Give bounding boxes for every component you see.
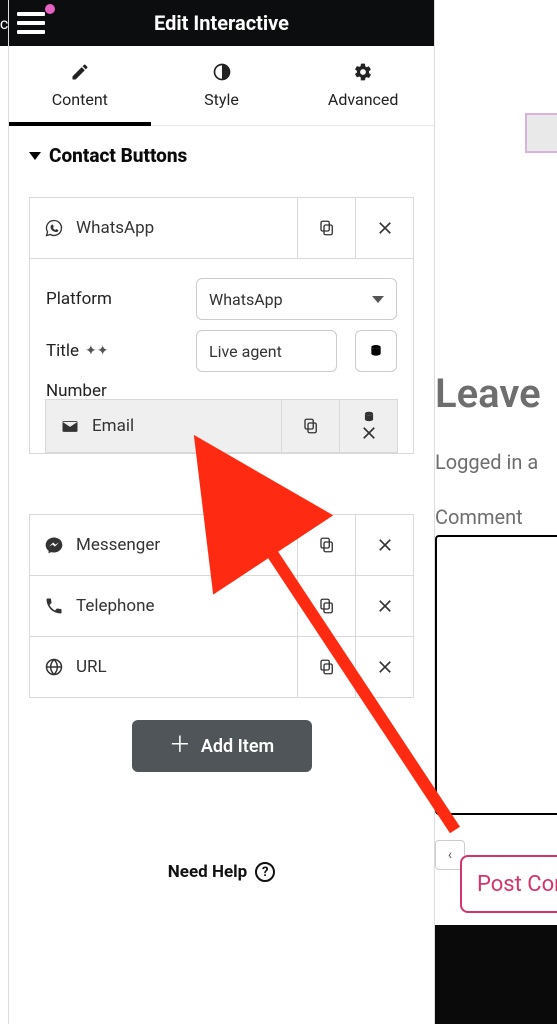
- editor-title: Edit Interactive: [51, 11, 392, 35]
- item-label: Telephone: [76, 596, 155, 616]
- need-help-label: Need Help: [168, 862, 247, 882]
- messenger-icon: [44, 535, 64, 555]
- duplicate-button[interactable]: [297, 576, 355, 636]
- item-label: Messenger: [76, 535, 160, 555]
- need-help-link[interactable]: Need Help ?: [29, 862, 414, 882]
- item-label: Email: [92, 416, 134, 436]
- remove-button[interactable]: [339, 400, 397, 452]
- database-icon: [362, 410, 376, 424]
- left-sliver: c: [0, 0, 8, 46]
- copy-icon: [318, 536, 336, 554]
- leave-reply-heading: Leave: [435, 370, 541, 417]
- title-input-value: Live agent: [209, 342, 282, 361]
- post-comment-button[interactable]: Post Com: [460, 855, 557, 913]
- platform-field-label: Platform: [46, 289, 186, 309]
- close-icon: [376, 597, 394, 615]
- close-icon: [376, 219, 394, 237]
- item-label: WhatsApp: [76, 218, 154, 238]
- editor-panel: Edit Interactive Content Style Advanced …: [8, 0, 435, 1024]
- item-whatsapp-expanded: Platform WhatsApp Title ✦✦ Live agent N: [29, 259, 414, 454]
- tab-advanced[interactable]: Advanced: [292, 46, 434, 125]
- editor-header: Edit Interactive: [9, 0, 434, 46]
- platform-select[interactable]: WhatsApp: [196, 278, 397, 320]
- contrast-icon: [212, 62, 232, 82]
- database-icon: [368, 343, 384, 359]
- remove-button[interactable]: [355, 576, 413, 636]
- ai-sparkle-icon: ✦✦: [85, 343, 108, 359]
- section-contact-buttons-toggle[interactable]: Contact Buttons: [29, 144, 414, 167]
- pencil-icon: [70, 62, 90, 82]
- item-row-url[interactable]: URL: [29, 636, 414, 698]
- plus-icon: ＋: [169, 735, 191, 757]
- tab-label: Advanced: [328, 90, 399, 109]
- duplicate-button[interactable]: [297, 637, 355, 697]
- add-item-label: Add Item: [201, 736, 274, 757]
- tab-label: Content: [52, 90, 108, 109]
- copy-icon: [318, 597, 336, 615]
- tab-style[interactable]: Style: [151, 46, 293, 125]
- globe-icon: [44, 657, 64, 677]
- tab-label: Style: [204, 90, 239, 109]
- whatsapp-icon: [44, 218, 64, 238]
- duplicate-button[interactable]: [297, 515, 355, 575]
- dynamic-tags-button[interactable]: [355, 330, 397, 372]
- remove-button[interactable]: [355, 515, 413, 575]
- close-icon: [376, 536, 394, 554]
- menu-button[interactable]: [17, 8, 51, 38]
- telephone-icon: [44, 596, 64, 616]
- footer-region: [435, 925, 557, 1024]
- notification-dot-icon: [45, 4, 55, 14]
- remove-button[interactable]: [355, 198, 413, 258]
- gear-icon: [353, 62, 373, 82]
- logged-in-text: Logged in a: [435, 450, 538, 474]
- item-row-messenger[interactable]: Messenger: [29, 514, 414, 576]
- item-row-whatsapp[interactable]: WhatsApp: [29, 197, 414, 259]
- close-icon: [360, 424, 378, 442]
- platform-select-value: WhatsApp: [209, 290, 283, 309]
- chevron-down-icon: [372, 296, 384, 303]
- comment-field-label: Comment: [435, 505, 523, 529]
- copy-icon: [318, 219, 336, 237]
- section-title: Contact Buttons: [49, 144, 187, 167]
- tab-content[interactable]: Content: [9, 46, 151, 125]
- item-row-telephone[interactable]: Telephone: [29, 575, 414, 637]
- title-field-label: Title ✦✦: [46, 341, 186, 361]
- comment-textarea[interactable]: [435, 535, 557, 815]
- item-label: URL: [76, 657, 107, 677]
- panel-tabs: Content Style Advanced: [9, 46, 434, 126]
- item-row-email[interactable]: Email: [45, 399, 398, 453]
- bg-placeholder-box: [525, 113, 557, 153]
- email-icon: [60, 416, 80, 436]
- duplicate-button[interactable]: [297, 198, 355, 258]
- copy-icon: [302, 417, 320, 435]
- duplicate-button[interactable]: [281, 400, 339, 452]
- close-icon: [376, 658, 394, 676]
- add-item-button[interactable]: ＋ Add Item: [132, 720, 312, 772]
- title-field-label-text: Title: [46, 341, 79, 361]
- title-input[interactable]: Live agent: [196, 330, 337, 372]
- help-icon: ?: [255, 862, 275, 882]
- remove-button[interactable]: [355, 637, 413, 697]
- chevron-down-icon: [29, 152, 41, 160]
- copy-icon: [318, 658, 336, 676]
